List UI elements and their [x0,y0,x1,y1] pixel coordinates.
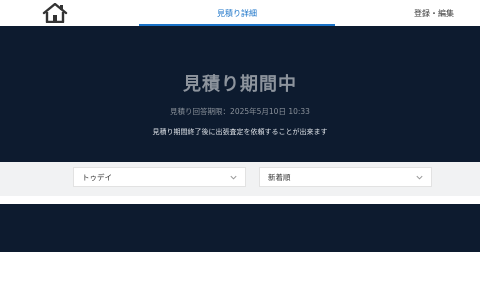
chevron-down-icon [416,175,423,180]
results-panel [0,204,480,252]
tab-estimate-details[interactable]: 見積り詳細 [139,0,335,26]
response-deadline: 見積り回答期限：2025年5月10日 10:33 [170,107,310,116]
status-title: 見積り期間中 [183,74,297,95]
chevron-down-icon [230,175,237,180]
estimate-status-banner: 見積り期間中 見積り回答期限：2025年5月10日 10:33 見積り期間終了後… [0,26,480,162]
tab-register-edit[interactable]: 登録・編集 [414,0,454,26]
filter-bar: トゥデイ 新着順 [0,162,480,196]
top-nav-bar: 見積り詳細 登録・編集 [0,0,480,26]
sort-select-value: 新着順 [268,172,291,182]
sort-select[interactable]: 新着順 [259,167,432,187]
tab-register-edit-label: 登録・編集 [414,8,454,18]
shop-select[interactable]: トゥデイ [73,167,246,187]
shop-select-value: トゥデイ [82,172,112,182]
status-note: 見積り期間終了後に出張査定を依頼することが出来ます [152,128,328,136]
tab-estimate-details-label: 見積り詳細 [217,8,257,18]
home-icon[interactable] [42,2,68,24]
